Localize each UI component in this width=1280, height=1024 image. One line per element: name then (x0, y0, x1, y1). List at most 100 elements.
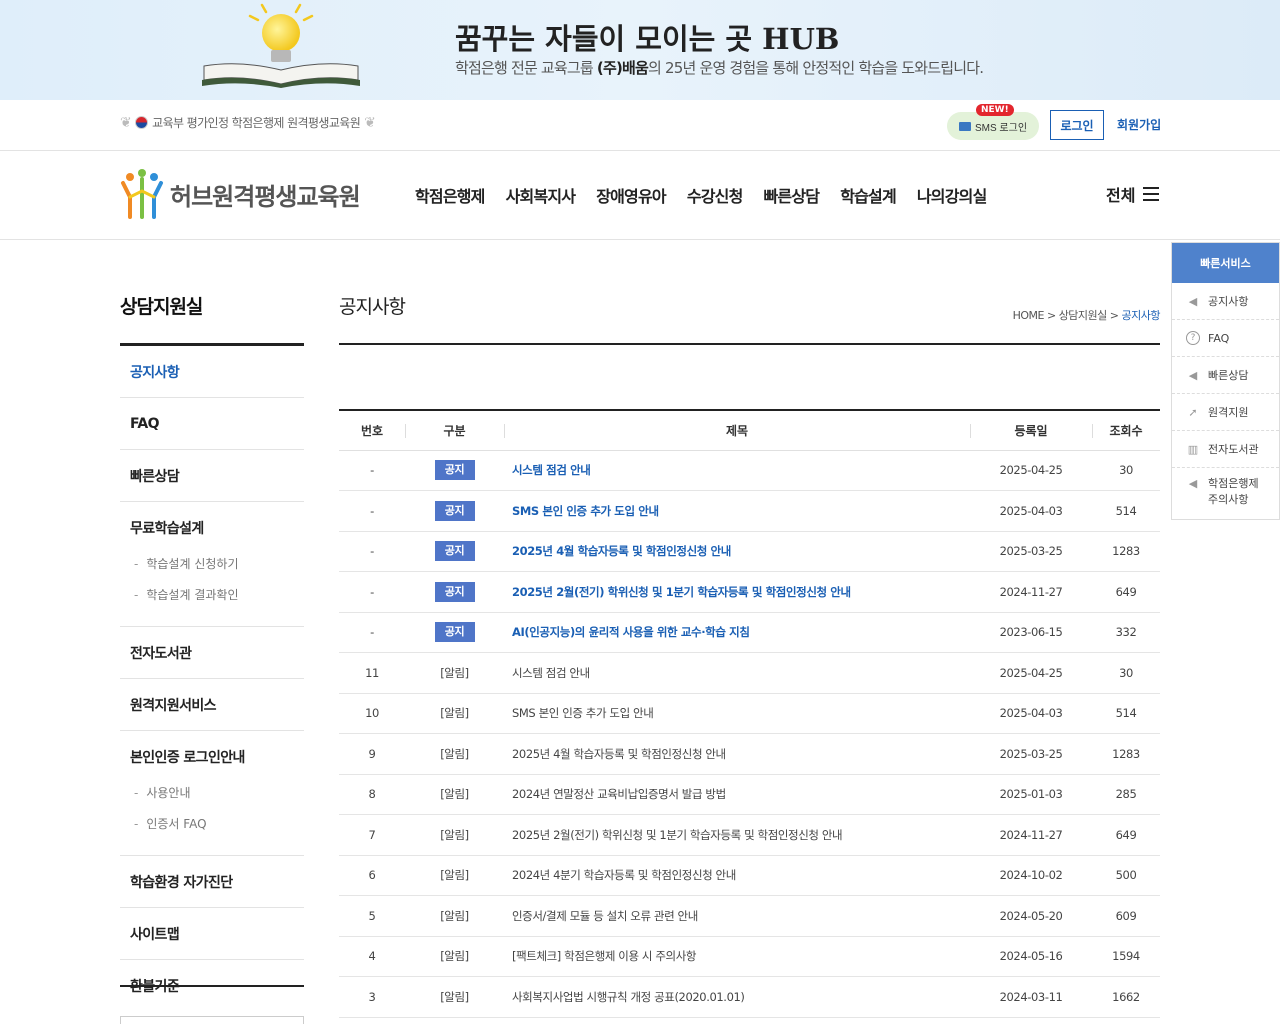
row-title-link[interactable]: 2024년 연말정산 교육비납입증명서 발급 방법 (504, 774, 970, 815)
lnb-item-sitemap[interactable]: 사이트맵 (120, 908, 304, 960)
lnb-sub-result[interactable]: 학습설계 결과확인 (134, 585, 304, 616)
table-row[interactable]: 11 [알림] 시스템 점검 안내 2025-04-25 30 (339, 653, 1160, 694)
row-title-link[interactable]: 2024년 4분기 학습자등록 및 학점인정신청 안내 (504, 855, 970, 896)
speaker-icon: ◀ (1188, 368, 1198, 382)
nav-social-worker[interactable]: 사회복지사 (506, 183, 576, 207)
lnb-sub-usage[interactable]: 사용안내 (134, 783, 304, 814)
table-row[interactable]: 4 [알림] [팩트체크] 학점은행제 이용 시 주의사항 2024-05-16 159… (339, 936, 1160, 977)
join-link[interactable]: 회원가입 (1117, 116, 1161, 133)
library-icon: ▥ (1187, 442, 1199, 456)
table-row[interactable]: 7 [알림] 2025년 2월(전기) 학위신청 및 1분기 학습자등록 및 학점인… (339, 815, 1160, 856)
notice-table: 번호 구분 제목 등록일 조회수 - 공지 시스템 점검 안내 2025-04-25 3… (339, 409, 1160, 1018)
table-row[interactable]: 5 [알림] 인증서/결제 모듈 등 설치 오류 관련 안내 2024-05-20 60… (339, 896, 1160, 937)
lnb-item-quick-consult[interactable]: 빠른상담 (120, 450, 304, 502)
banner-title: 꿈꾸는 자들이 모이는 곳 HUB (455, 22, 840, 56)
lnb-item-auth-login[interactable]: 본인인증 로그인안내 (120, 731, 304, 783)
cursor-icon: ➚ (1188, 405, 1198, 419)
row-title-link[interactable]: 시스템 점검 안내 (504, 450, 970, 491)
open-book-icon (202, 63, 360, 88)
envelope-icon (958, 121, 971, 131)
table-row[interactable]: - 공지 2025년 2월(전기) 학위신청 및 1분기 학습자등록 및 학점인정신… (339, 572, 1160, 613)
row-views: 1594 (1112, 949, 1140, 964)
lnb-item-free-study-plan[interactable]: 무료학습설계 (120, 502, 304, 554)
row-title-link[interactable]: 2025년 4월 학습자등록 및 학점인정신청 안내 (504, 531, 970, 572)
laurel-right-icon: ❦ (364, 114, 376, 131)
nav-quick-consult[interactable]: 빠른상담 (764, 183, 820, 207)
row-number: 9 (368, 746, 376, 761)
side-nav: 공지사항 FAQ 빠른상담 무료학습설계 학습설계 신청하기 학습설계 결과확인… (120, 343, 304, 1012)
lnb-item-remote-support[interactable]: 원격지원서비스 (120, 679, 304, 731)
top-banner[interactable]: 꿈꾸는 자들이 모이는 곳 HUB 학점은행 전문 교육그룹 (주)배움의 25… (0, 0, 1280, 100)
row-category: 공지 (405, 450, 504, 491)
table-row[interactable]: - 공지 SMS 본인 인증 추가 도입 안내 2025-04-03 514 (339, 491, 1160, 532)
row-title-link[interactable]: 2025년 2월(전기) 학위신청 및 1분기 학습자등록 및 학점인정신청 안… (504, 815, 970, 856)
lnb-item-env-check[interactable]: 학습환경 자가진단 (120, 856, 304, 908)
table-row[interactable]: - 공지 2025년 4월 학습자등록 및 학점인정신청 안내 2025-03-25 1… (339, 531, 1160, 572)
row-date: 2025-04-25 (999, 463, 1063, 478)
quick-item-notice[interactable]: ◀ 공지사항 (1172, 283, 1279, 320)
row-title-link[interactable]: 사회복지사업법 시행규칙 개정 공표(2020.01.01) (504, 977, 970, 1018)
row-title-link[interactable]: [팩트체크] 학점은행제 이용 시 주의사항 (504, 936, 970, 977)
all-menu-button[interactable]: 전체 (1106, 182, 1160, 206)
nav-infant-care[interactable]: 장애영유아 (596, 183, 666, 207)
nav-my-classroom[interactable]: 나의강의실 (917, 183, 987, 207)
table-row[interactable]: 10 [알림] SMS 본인 인증 추가 도입 안내 2025-04-03 514 (339, 693, 1160, 734)
nav-study-plan[interactable]: 학습설계 (840, 183, 896, 207)
row-number: 10 (365, 706, 379, 721)
row-number: - (370, 544, 374, 559)
laurel-left-icon: ❦ (120, 114, 132, 131)
new-badge: NEW! (976, 104, 1014, 116)
table-row[interactable]: 8 [알림] 2024년 연말정산 교육비납입증명서 발급 방법 2025-01-03… (339, 774, 1160, 815)
logo-people-icon (121, 169, 163, 219)
quick-item-faq[interactable]: ? FAQ (1172, 320, 1279, 357)
row-category: [알림] (440, 787, 469, 802)
row-category: [알림] (440, 827, 469, 842)
table-row[interactable]: 6 [알림] 2024년 4분기 학습자등록 및 학점인정신청 안내 2024-10-… (339, 855, 1160, 896)
row-date: 2025-04-03 (999, 706, 1063, 721)
breadcrumb-current: 공지사항 (1121, 309, 1161, 322)
row-title-link[interactable]: 시스템 점검 안내 (504, 653, 970, 694)
question-icon: ? (1186, 331, 1200, 345)
row-views: 500 (1115, 868, 1137, 883)
table-row[interactable]: 9 [알림] 2025년 4월 학습자등록 및 학점인정신청 안내 2025-03-2… (339, 734, 1160, 775)
row-number: - (370, 463, 374, 478)
row-number: 3 (368, 989, 376, 1004)
lnb-item-library[interactable]: 전자도서관 (120, 627, 304, 679)
row-title-link[interactable]: SMS 본인 인증 추가 도입 안내 (504, 491, 970, 532)
certification-label: ❦ 교육부 평가인정 학점은행제 원격평생교육원 ❦ (120, 114, 376, 131)
row-views: 30 (1119, 463, 1133, 478)
row-views: 514 (1115, 706, 1137, 721)
row-category: [알림] (440, 989, 469, 1004)
breadcrumb-parent[interactable]: 상담지원실 (1059, 309, 1108, 322)
row-title-link[interactable]: 2025년 4월 학습자등록 및 학점인정신청 안내 (504, 734, 970, 775)
quick-item-remote[interactable]: ➚ 원격지원 (1172, 394, 1279, 431)
lnb-item-faq[interactable]: FAQ (120, 398, 304, 450)
notice-badge: 공지 (434, 581, 475, 602)
breadcrumb-home[interactable]: HOME (1013, 309, 1045, 322)
row-date: 2025-03-25 (999, 746, 1063, 761)
row-title-link[interactable]: 2025년 2월(전기) 학위신청 및 1분기 학습자등록 및 학점인정신청 안… (504, 572, 970, 613)
quick-item-library[interactable]: ▥ 전자도서관 (1172, 431, 1279, 468)
lnb-sub-cert-faq[interactable]: 인증서 FAQ (134, 814, 304, 845)
speaker-icon: ◀ (1188, 294, 1198, 308)
row-category: 공지 (405, 531, 504, 572)
lnb-sub-apply[interactable]: 학습설계 신청하기 (134, 554, 304, 585)
table-row[interactable]: 3 [알림] 사회복지사업법 시행규칙 개정 공표(2020.01.01) 2024-… (339, 977, 1160, 1018)
table-row[interactable]: - 공지 AI(인공지능)의 윤리적 사용을 위한 교수·학습 지침 2023-06-… (339, 612, 1160, 653)
table-row[interactable]: - 공지 시스템 점검 안내 2025-04-25 30 (339, 450, 1160, 491)
site-logo[interactable]: 허브원격평생교육원 (120, 169, 361, 219)
nav-credit-bank[interactable]: 학점은행제 (415, 183, 485, 207)
quick-item-consult[interactable]: ◀ 빠른상담 (1172, 357, 1279, 394)
login-button[interactable]: 로그인 (1050, 110, 1104, 140)
sms-login-button[interactable]: SMS 로그인 (947, 112, 1039, 140)
hamburger-icon (1143, 187, 1160, 201)
row-title-link[interactable]: SMS 본인 인증 추가 도입 안내 (504, 693, 970, 734)
lnb-item-notice[interactable]: 공지사항 (120, 346, 304, 398)
row-title-link[interactable]: AI(인공지능)의 윤리적 사용을 위한 교수·학습 지침 (504, 612, 970, 653)
row-title-link[interactable]: 인증서/결제 모듈 등 설치 오류 관련 안내 (504, 896, 970, 937)
quick-item-caution[interactable]: ◀ 학점은행제 주의사항 (1172, 468, 1279, 516)
col-category: 구분 (405, 410, 504, 450)
nav-enrollment[interactable]: 수강신청 (687, 183, 743, 207)
row-views: 285 (1115, 787, 1137, 802)
row-date: 2024-11-27 (999, 827, 1063, 842)
